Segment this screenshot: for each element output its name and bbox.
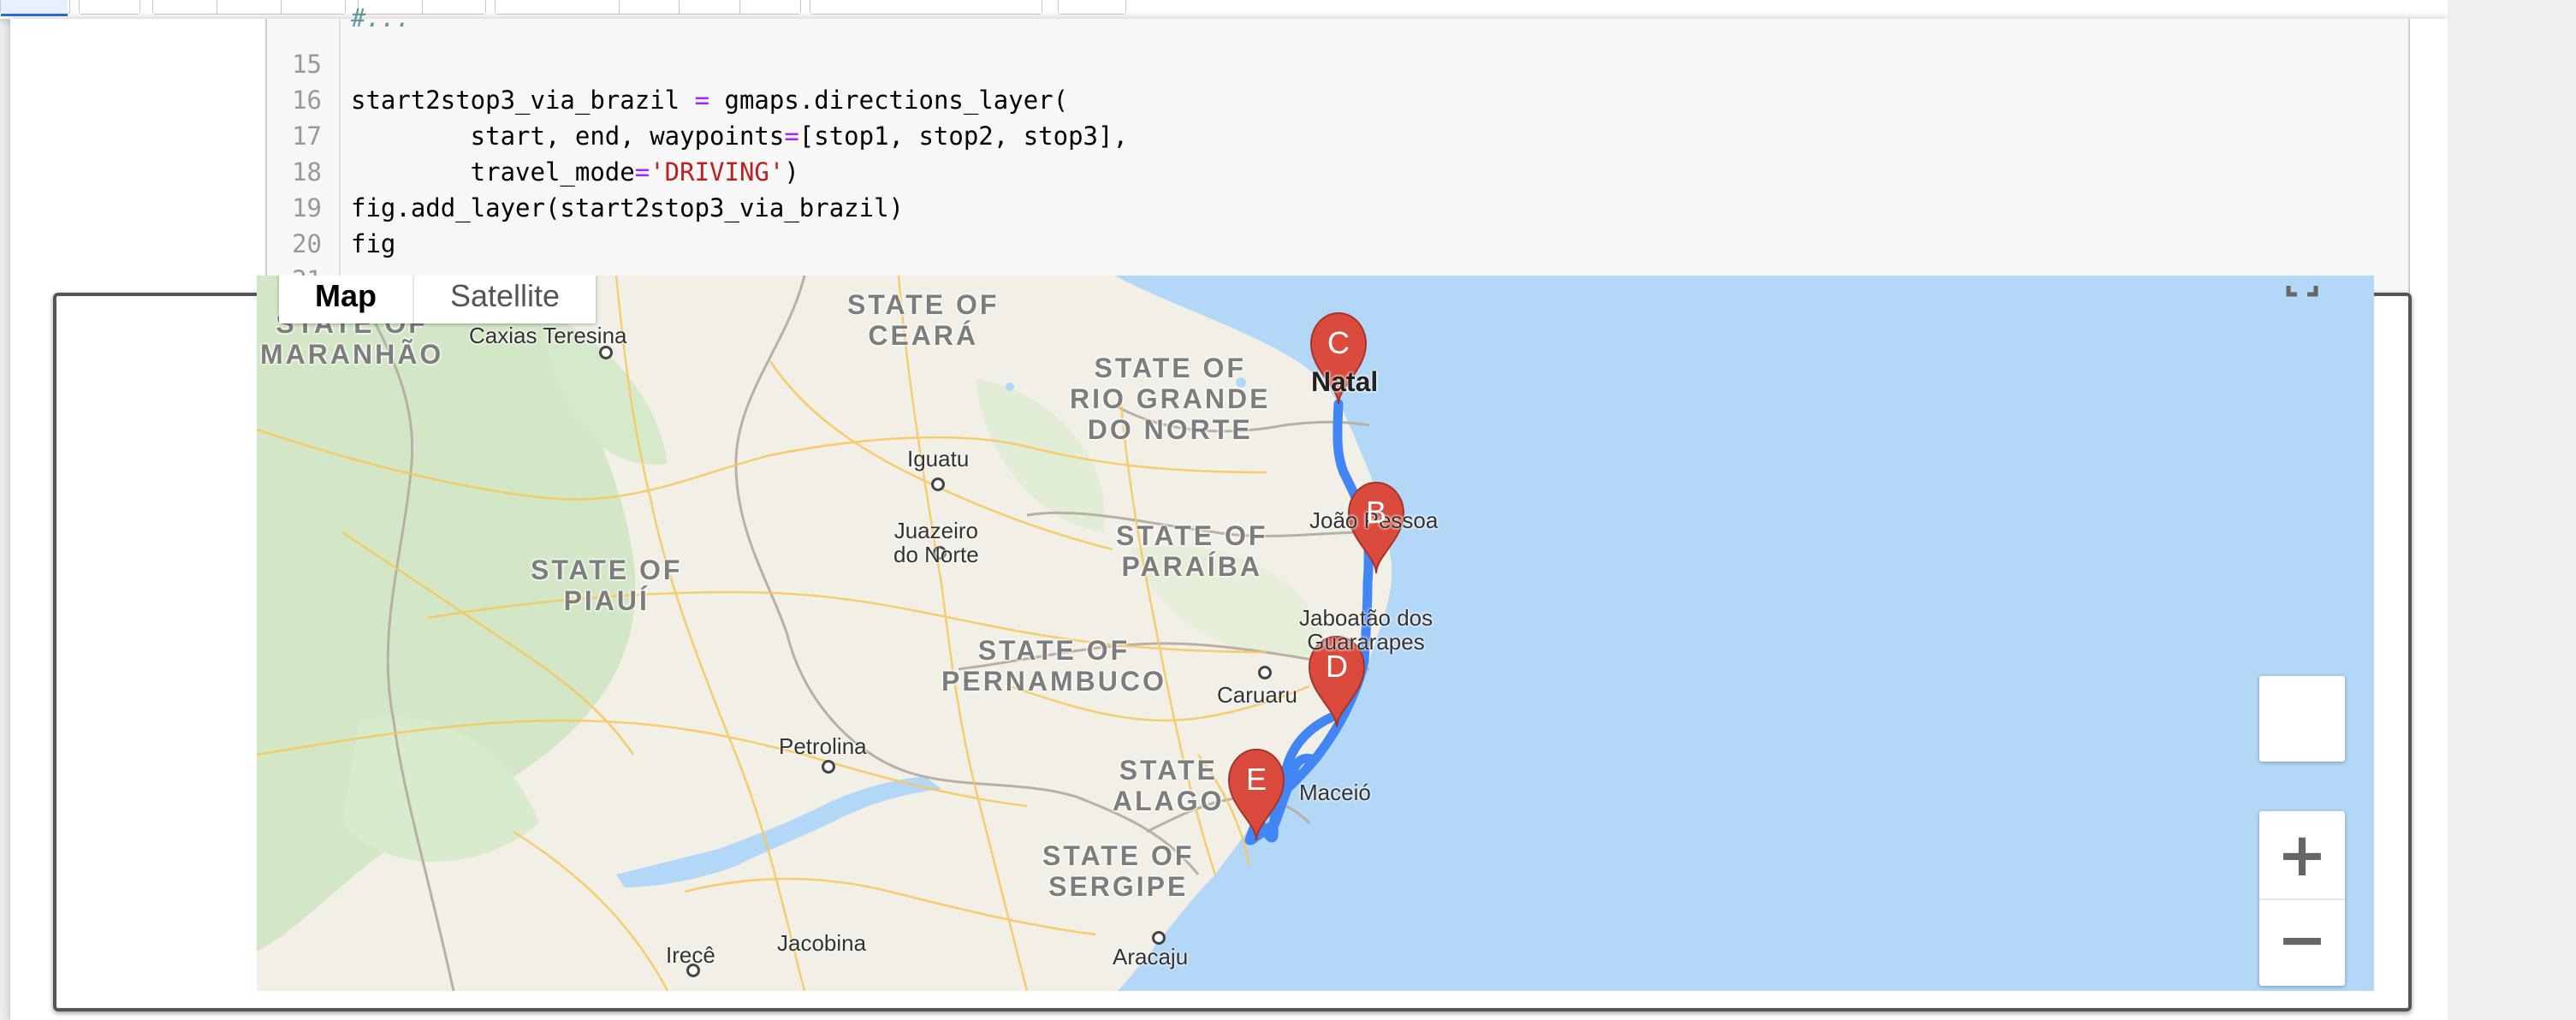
- city-dot-caruaru: [1258, 666, 1272, 679]
- interrupt-button[interactable]: [619, 0, 680, 14]
- zoom-out-button[interactable]: −: [2259, 898, 2345, 986]
- code-token: gmaps.directions_layer(: [709, 86, 1069, 115]
- code-token: start, end, waypoints: [351, 122, 785, 151]
- zoom-in-button[interactable]: +: [2259, 811, 2345, 900]
- marker-e-letter: E: [1245, 762, 1267, 797]
- cut-button[interactable]: [153, 0, 217, 14]
- line-number: 16: [292, 86, 322, 115]
- toolbar-group-save: [0, 0, 70, 16]
- insert-cell-button[interactable]: [80, 0, 139, 14]
- street-view-button[interactable]: [2259, 676, 2345, 762]
- code-token: [stop1, stop2, stop3],: [798, 122, 1128, 151]
- code-token: =: [784, 122, 799, 151]
- run-button[interactable]: [496, 0, 620, 14]
- marker-d-letter: D: [1326, 649, 1348, 684]
- code-cell[interactable]: 15161718192021 #...start2stop3_via_brazi…: [265, 3, 2410, 294]
- region-label-alagoas: STATE ALAGO: [1113, 755, 1225, 816]
- marker-b-letter: B: [1365, 495, 1386, 530]
- save-button[interactable]: [1, 0, 68, 16]
- city-label-iguatu: Iguatu: [907, 446, 970, 471]
- city-label-petrolina: Petrolina: [779, 733, 867, 759]
- line-number: 18: [292, 157, 322, 187]
- region-label-ceara: STATE OF CEARÁ: [847, 289, 1000, 351]
- toolbar-group-edit: [152, 0, 346, 15]
- marker-c-letter: C: [1327, 325, 1350, 360]
- code-token: ): [784, 157, 799, 187]
- city-label-maceio: Maceió: [1299, 780, 1371, 805]
- code-token: fig: [351, 229, 396, 258]
- city-label-juazeiro: Juazeiro do Norte: [893, 518, 979, 567]
- region-label-paraiba: STATE OF PARAÍBA: [1116, 520, 1268, 582]
- code-line-fragment: #...: [351, 3, 411, 33]
- city-dot-aracaju: [1152, 931, 1166, 945]
- cell-type-dropdown[interactable]: [810, 0, 1042, 14]
- code-line: travel_mode='DRIVING'): [351, 154, 799, 190]
- marker-d[interactable]: D: [1309, 642, 1364, 727]
- code-token: fig.add_layer(start2stop3_via_brazil): [351, 193, 905, 222]
- code-line: fig: [351, 226, 395, 262]
- zoom-control: + −: [2259, 811, 2345, 986]
- region-label-pernambuco: STATE OF PERNAMBUCO: [941, 635, 1166, 697]
- toolbar-group-insert: [79, 0, 140, 15]
- line-number: 19: [292, 193, 322, 222]
- command-palette-button[interactable]: [1059, 0, 1125, 14]
- map-type-control: Map Satellite: [279, 276, 597, 323]
- city-dot-petrolina: [822, 760, 835, 774]
- cell-type-select[interactable]: [810, 0, 1042, 15]
- city-label-aracaju: Aracaju: [1113, 944, 1189, 970]
- marker-c[interactable]: C: [1311, 318, 1366, 404]
- region-label-piaui: STATE OF PIAUÍ: [531, 554, 683, 616]
- map-type-map-button[interactable]: Map: [279, 276, 414, 323]
- code-token: travel_mode: [351, 157, 635, 187]
- move-down-button[interactable]: [422, 0, 485, 14]
- code-token: start2stop3_via_brazil: [351, 86, 695, 115]
- line-number: 17: [292, 122, 322, 151]
- toolbar-group-run: [495, 0, 801, 15]
- map-widget[interactable]: STATE OF MARANHÃO STATE OF CEARÁ STATE O…: [257, 276, 2374, 991]
- line-number: 15: [292, 50, 322, 79]
- code-token: 'DRIVING': [650, 157, 785, 187]
- restart-button[interactable]: [680, 0, 741, 14]
- right-margin: [2448, 0, 2576, 1020]
- region-label-sergipe: STATE OF SERGIPE: [1042, 840, 1195, 902]
- code-token: =: [694, 86, 710, 115]
- copy-button[interactable]: [217, 0, 282, 14]
- map-type-satellite-button[interactable]: Satellite: [414, 276, 596, 323]
- restart-run-all-button[interactable]: [740, 0, 800, 14]
- city-label-irece: Irecê: [666, 942, 715, 968]
- city-label-caruaru: Caruaru: [1217, 682, 1297, 708]
- line-number: 20: [292, 229, 322, 258]
- city-dot-iguatu: [931, 477, 945, 491]
- code-line: fig.add_layer(start2stop3_via_brazil): [351, 190, 904, 226]
- fullscreen-icon: [2286, 286, 2318, 297]
- toolbar-group-palette: [1058, 0, 1126, 15]
- marker-b[interactable]: B: [1349, 488, 1404, 573]
- marker-e[interactable]: E: [1229, 755, 1284, 840]
- region-label-rio-grande-do-norte: STATE OF RIO GRANDE DO NORTE: [1070, 353, 1271, 445]
- city-label-jacobina: Jacobina: [777, 930, 867, 956]
- paste-button[interactable]: [282, 0, 345, 14]
- code-token: =: [634, 157, 650, 187]
- code-line: start2stop3_via_brazil = gmaps.direction…: [351, 82, 1068, 118]
- city-label-caxias-teresina: Caxias Teresina: [469, 323, 627, 348]
- code-line: start, end, waypoints=[stop1, stop2, sto…: [351, 118, 1128, 154]
- line-number-gutter: 15161718192021: [267, 19, 341, 294]
